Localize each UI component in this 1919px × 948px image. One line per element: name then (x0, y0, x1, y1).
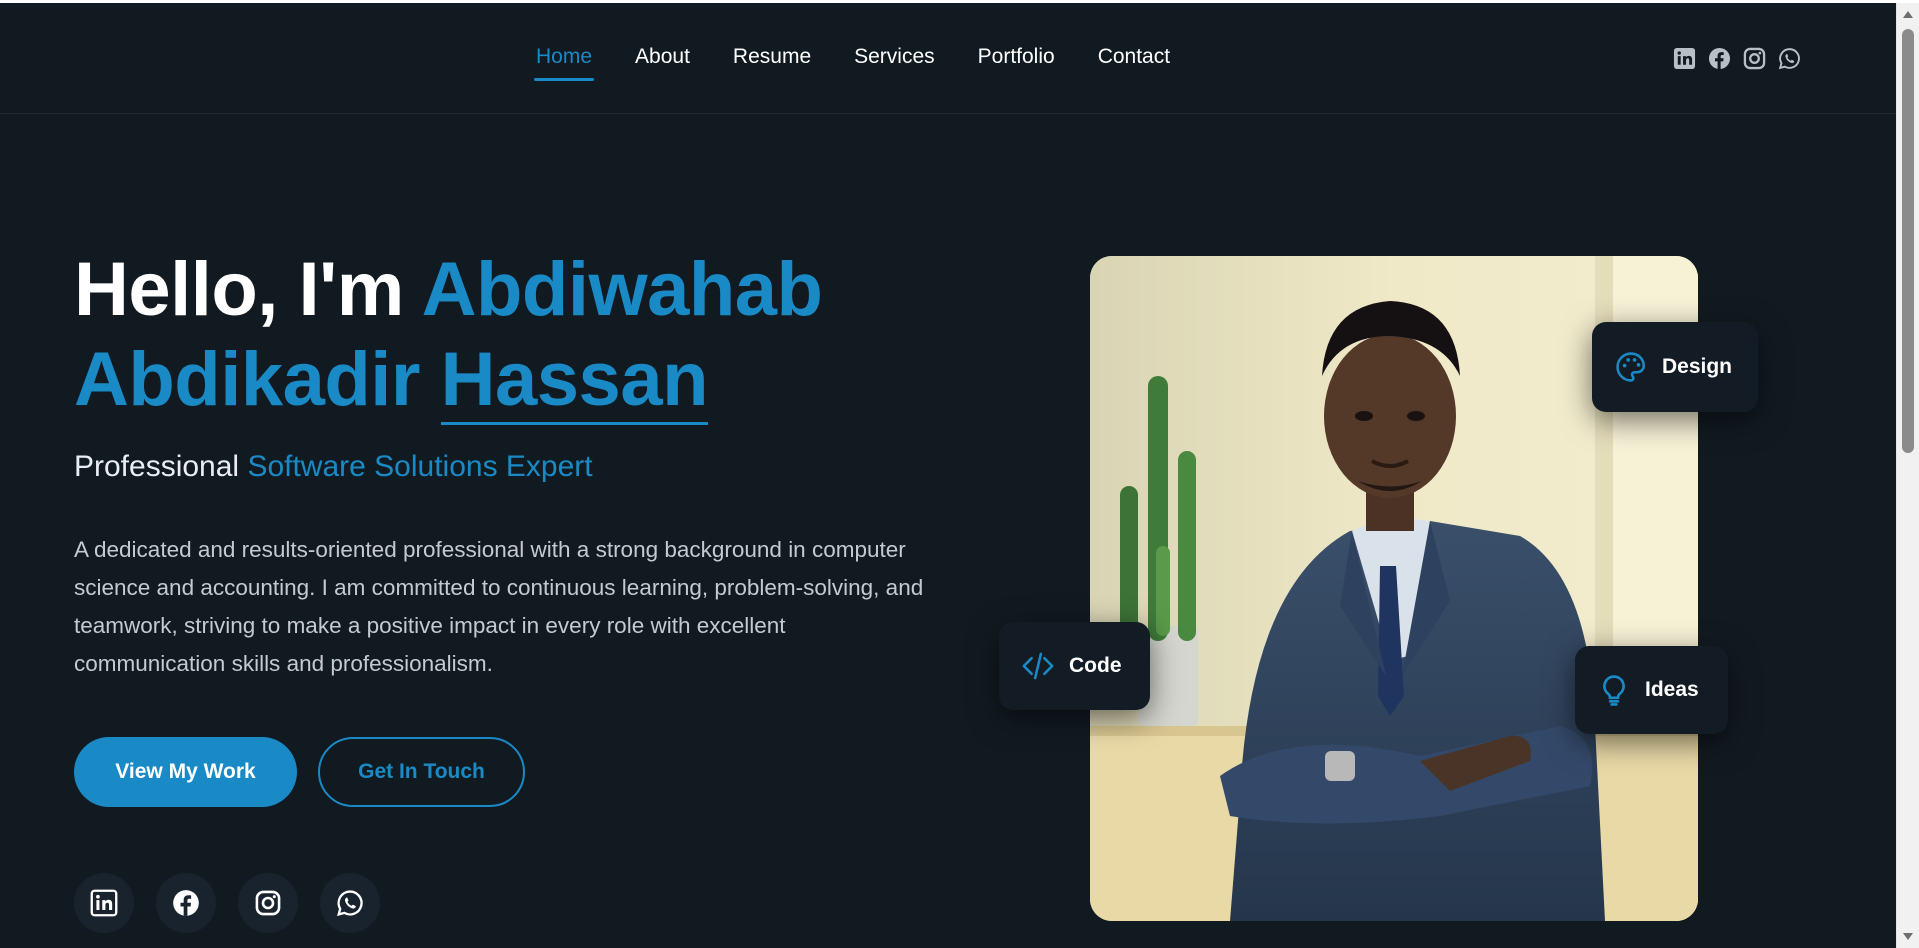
code-badge-label: Code (1069, 654, 1122, 677)
nav-contact[interactable]: Contact (1098, 45, 1170, 81)
scroll-thumb[interactable] (1902, 29, 1914, 453)
nav-resume[interactable]: Resume (733, 45, 811, 81)
instagram-icon[interactable] (1743, 47, 1766, 70)
design-badge-label: Design (1662, 355, 1733, 378)
whatsapp-icon[interactable] (1778, 47, 1801, 70)
palette-icon (1616, 352, 1646, 382)
hero-middle-name: Abdikadir (74, 337, 421, 422)
scroll-down-arrow-icon[interactable] (1903, 933, 1913, 940)
nav-services[interactable]: Services (854, 45, 935, 81)
hero-last-name: Hassan (440, 337, 709, 425)
hero-greeting: Hello, I'm (74, 247, 404, 332)
linkedin-button[interactable] (74, 873, 134, 933)
linkedin-icon[interactable] (1673, 47, 1696, 70)
main-nav: Home About Resume Services Portfolio Con… (533, 45, 1213, 81)
whatsapp-icon (337, 890, 363, 917)
nav-home[interactable]: Home (533, 45, 595, 81)
subtitle-prefix: Professional (74, 450, 240, 483)
design-badge: Design (1592, 322, 1758, 412)
get-in-touch-button[interactable]: Get In Touch (318, 737, 525, 807)
code-icon (1022, 652, 1054, 680)
ideas-badge-label: Ideas (1645, 678, 1699, 701)
instagram-icon (255, 890, 281, 916)
instagram-button[interactable] (238, 873, 298, 933)
scroll-up-arrow-icon[interactable] (1903, 11, 1913, 18)
linkedin-icon (90, 889, 118, 917)
vertical-scrollbar[interactable] (1896, 3, 1919, 948)
subtitle-accent: Software Solutions Expert (247, 450, 593, 483)
hero-heading: Hello, I'm Abdiwahab Abdikadir Hassan (74, 245, 974, 425)
header-social-links (1673, 47, 1801, 70)
nav-portfolio[interactable]: Portfolio (978, 45, 1055, 81)
code-badge: Code (999, 622, 1150, 710)
facebook-icon (173, 890, 199, 916)
facebook-icon[interactable] (1708, 47, 1731, 70)
facebook-button[interactable] (156, 873, 216, 933)
whatsapp-button[interactable] (320, 873, 380, 933)
ideas-badge: Ideas (1575, 646, 1728, 734)
view-my-work-button[interactable]: View My Work (74, 737, 297, 807)
site-header: Home About Resume Services Portfolio Con… (0, 3, 1896, 114)
hero-first-name: Abdiwahab (421, 247, 823, 332)
nav-about[interactable]: About (635, 45, 690, 81)
hero-subtitle: Professional Software Solutions Expert (74, 450, 593, 484)
hero-description: A dedicated and results-oriented profess… (74, 537, 924, 676)
hero-social-links (74, 873, 380, 933)
lightbulb-icon (1603, 675, 1625, 706)
